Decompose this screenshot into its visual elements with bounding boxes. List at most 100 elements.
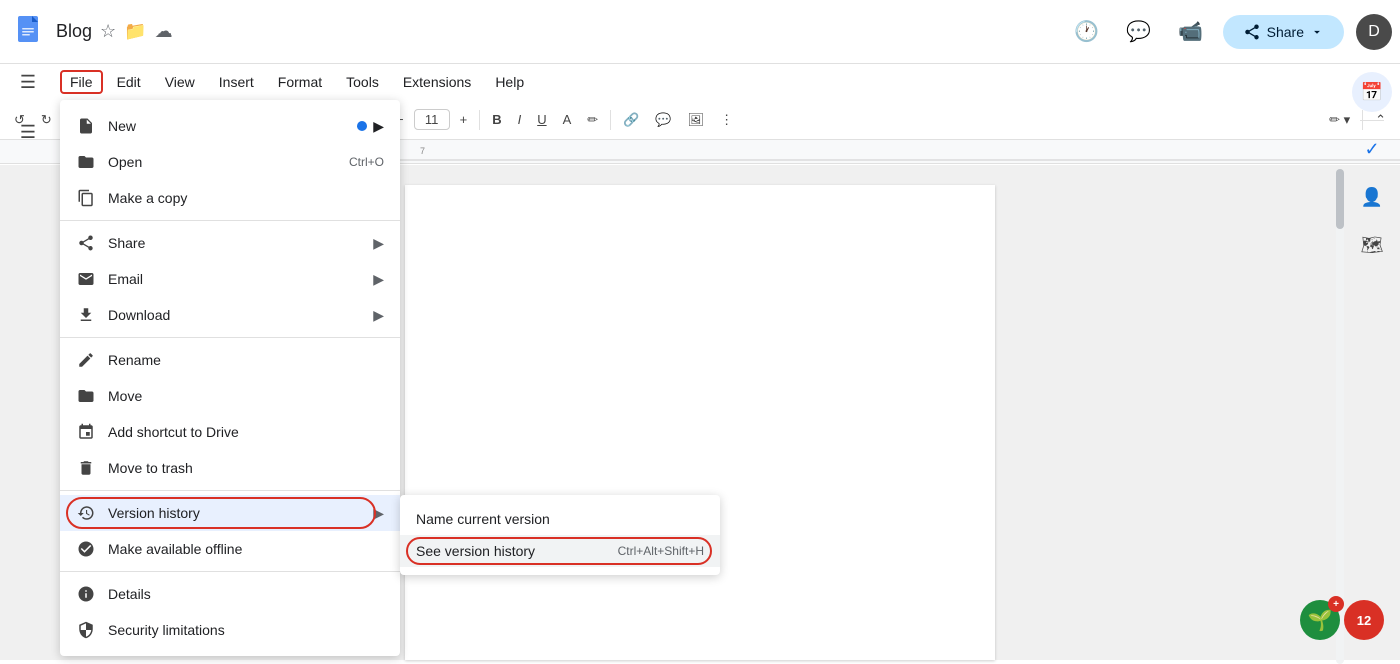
menu-item-open[interactable]: Open Ctrl+O (60, 144, 400, 180)
font-size-increase-btn[interactable]: + (454, 108, 474, 131)
undo-btn[interactable]: ↺ (8, 108, 31, 132)
menu-file[interactable]: File (60, 70, 103, 94)
title-action-icons: ☆ 📁 ☁ (100, 21, 173, 42)
version-submenu: Name current version See version history… (400, 495, 720, 575)
maps-icon[interactable]: 🗺 (1352, 225, 1392, 265)
highlight-btn[interactable]: ✏ (581, 108, 604, 132)
open-icon (76, 152, 96, 172)
redo-btn[interactable]: ↻ (35, 108, 58, 132)
add-shortcut-label: Add shortcut to Drive (108, 424, 384, 440)
chat-icon-btn[interactable]: 💬 (1119, 12, 1159, 52)
download-arrow-icon: ▶ (373, 307, 384, 324)
share-icon (76, 233, 96, 253)
menu-item-security[interactable]: Security limitations (60, 612, 400, 648)
menu-item-download[interactable]: Download ▶ (60, 297, 400, 333)
bold-btn[interactable]: B (486, 108, 507, 131)
menu-item-version-history[interactable]: Version history ▶ Name current version S… (60, 495, 400, 531)
menu-item-offline[interactable]: Make available offline (60, 531, 400, 567)
svg-text:7: 7 (420, 146, 425, 156)
version-history-arrow-icon: ▶ (373, 505, 384, 522)
copy-icon (76, 188, 96, 208)
menu-item-share[interactable]: Share ▶ (60, 225, 400, 261)
menu-edit[interactable]: Edit (107, 70, 151, 94)
vsm-item-see-history[interactable]: See version history Ctrl+Alt+Shift+H (400, 535, 720, 567)
sep-2 (60, 337, 400, 338)
menu-tools[interactable]: Tools (336, 70, 389, 94)
menu-item-move[interactable]: Move (60, 378, 400, 414)
edit-pencil-btn[interactable]: ✏ ▾ (1323, 108, 1356, 132)
folder-icon[interactable]: 📁 (124, 21, 146, 42)
underline-btn[interactable]: U (531, 108, 552, 131)
rename-label: Rename (108, 352, 384, 368)
star-icon[interactable]: ☆ (100, 21, 116, 42)
security-icon (76, 620, 96, 640)
menu-extensions[interactable]: Extensions (393, 70, 481, 94)
menu-bar: ☰ File Edit View Insert Format Tools Ext… (0, 64, 1400, 100)
sep-4 (60, 571, 400, 572)
menu-item-add-shortcut[interactable]: Add shortcut to Drive (60, 414, 400, 450)
security-label: Security limitations (108, 622, 384, 638)
collapse-toolbar-btn[interactable]: ⌃ (1369, 108, 1392, 132)
sep-1 (60, 220, 400, 221)
open-shortcut: Ctrl+O (349, 155, 384, 169)
comment-btn[interactable]: 💬 (649, 108, 677, 132)
menu-item-details[interactable]: Details (60, 576, 400, 612)
italic-btn[interactable]: I (512, 108, 528, 131)
share-arrow-icon: ▶ (373, 235, 384, 252)
image-btn[interactable]: 🖼 (682, 108, 711, 132)
rename-icon (76, 350, 96, 370)
app-icon[interactable] (8, 12, 48, 52)
offline-label: Make available offline (108, 541, 384, 557)
menu-item-move-trash[interactable]: Move to trash (60, 450, 400, 486)
details-label: Details (108, 586, 384, 602)
new-label: New (108, 118, 345, 134)
menu-insert[interactable]: Insert (209, 70, 264, 94)
outline-icon[interactable]: ☰ (8, 64, 48, 100)
menu-view[interactable]: View (155, 70, 205, 94)
see-history-shortcut: Ctrl+Alt+Shift+H (618, 544, 704, 558)
file-menu: New ▶ Open Ctrl+O Make a copy (60, 100, 400, 656)
text-color-btn[interactable]: A (557, 108, 578, 131)
download-icon (76, 305, 96, 325)
version-history-label: Version history (108, 505, 353, 521)
new-blue-dot (357, 121, 367, 131)
history-icon (76, 503, 96, 523)
offline-icon (76, 539, 96, 559)
shortcut-icon (76, 422, 96, 442)
document-page[interactable] (405, 185, 995, 660)
menu-help[interactable]: Help (485, 70, 534, 94)
scrollbar-track (1336, 169, 1344, 664)
menu-item-rename[interactable]: Rename (60, 342, 400, 378)
move-label: Move (108, 388, 384, 404)
download-label: Download (108, 307, 353, 323)
file-menu-dropdown: New ▶ Open Ctrl+O Make a copy (60, 100, 400, 656)
contacts-icon[interactable]: 👤 (1352, 177, 1392, 217)
font-size-input[interactable]: 11 (414, 109, 450, 130)
menu-item-new[interactable]: New ▶ (60, 108, 400, 144)
bottom-right-controls: 🌱 + 12 (1300, 600, 1384, 640)
cloud-icon[interactable]: ☁ (155, 21, 173, 42)
share-button[interactable]: Share (1223, 15, 1344, 49)
menu-item-email[interactable]: Email ▶ (60, 261, 400, 297)
menu-item-make-copy[interactable]: Make a copy (60, 180, 400, 216)
avatar[interactable]: D (1356, 14, 1392, 50)
email-arrow-icon: ▶ (373, 271, 384, 288)
menu-format[interactable]: Format (268, 70, 332, 94)
link-btn[interactable]: 🔗 (617, 108, 645, 132)
video-icon-btn[interactable]: 📹 (1171, 12, 1211, 52)
share-label: Share (1267, 24, 1304, 40)
ext1-badge: + (1328, 596, 1344, 612)
trash-icon (76, 458, 96, 478)
more-btn[interactable]: ⋮ (714, 108, 739, 132)
ext1-icon: 🌱 (1308, 608, 1333, 633)
email-label: Email (108, 271, 353, 287)
share-menu-label: Share (108, 235, 353, 251)
vsm-item-name-version[interactable]: Name current version (400, 503, 720, 535)
make-copy-label: Make a copy (108, 190, 384, 206)
scrollbar-thumb[interactable] (1336, 169, 1344, 229)
ext2-fab[interactable]: 12 (1344, 600, 1384, 640)
move-icon (76, 386, 96, 406)
scrollbar[interactable] (1336, 165, 1344, 660)
ext1-fab[interactable]: 🌱 + (1300, 600, 1340, 640)
history-icon-btn[interactable]: 🕐 (1067, 12, 1107, 52)
